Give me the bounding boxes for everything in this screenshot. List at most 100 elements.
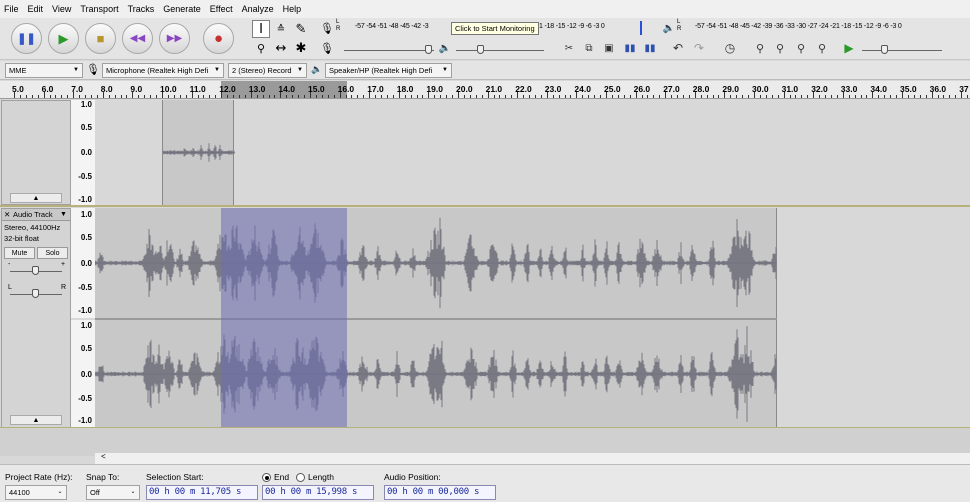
track-menu-icon[interactable]: ▼ (60, 209, 67, 220)
paste-icon: ▣ (604, 42, 614, 54)
play-speed-slider[interactable] (881, 45, 888, 54)
playback-volume-track (456, 50, 544, 51)
play-meter[interactable]: -57 -54 -51 -48 -45 -42 -39 -36 -33 -30 … (684, 20, 970, 37)
track-divider (0, 205, 970, 207)
fit-selection-button[interactable]: ⚲ (792, 39, 810, 57)
menu-analyze[interactable]: Analyze (238, 0, 279, 18)
playback-device-select[interactable]: Speaker/HP (Realtek High Defi ▼ (325, 63, 452, 78)
copy-button[interactable]: ⧉ (580, 39, 598, 57)
collapse-track-button[interactable]: ▲ (10, 415, 62, 425)
main-toolbar: ❚❚ ▶ ■ ◀◀ ▶▶ ● I ≙ ✎ ⚲ ↔ ✱ 🎙 LR -57 -54 … (0, 18, 970, 60)
menu-file[interactable]: File (0, 0, 24, 18)
ruler-tick (529, 95, 531, 98)
ruler-tick (505, 95, 507, 98)
menu-generate[interactable]: Generate (159, 0, 206, 18)
selection-start-field[interactable]: 00 h 00 m 11,705 s (146, 485, 258, 500)
ruler-tick (126, 95, 128, 98)
timeline-ruler[interactable]: 5.0 6.0 7.0 8.0 9.0 10.0 11.0 12.0 13.0 14.0 15.0 1… (0, 81, 970, 99)
cut-button[interactable]: ✂ (560, 39, 578, 57)
ruler-tick (452, 95, 454, 98)
snap-to-select[interactable]: Off ⌄ (86, 485, 140, 500)
triangle-up-icon: ▲ (32, 417, 40, 424)
record-meter-button[interactable]: 🎙 (318, 19, 336, 37)
zoom-in-button[interactable]: ⚲ (751, 39, 769, 57)
recording-volume-slider[interactable] (425, 45, 432, 54)
y-label: 0.5 (80, 233, 92, 242)
menu-view[interactable]: View (48, 0, 76, 18)
ruler-tick (428, 92, 430, 98)
chevron-down-icon: ⌄ (57, 489, 63, 495)
record-button[interactable]: ● (203, 23, 234, 54)
audio-position-label: Audio Position: (384, 472, 441, 482)
menu-tracks[interactable]: Tracks (124, 0, 160, 18)
sync-lock-button[interactable]: ◷ (721, 39, 739, 57)
recording-device-select[interactable]: Microphone (Realtek High Defi ▼ (102, 63, 224, 78)
multi-tool[interactable]: ✱ (292, 39, 310, 57)
time-shift-tool[interactable]: ↔ (272, 39, 290, 57)
track-title-bar[interactable]: ✕ Audio Track ▼ (2, 209, 70, 221)
ruler-tick (854, 95, 856, 98)
ruler-tick (416, 95, 418, 98)
selection-region[interactable] (221, 208, 347, 428)
fit-project-button[interactable]: ⚲ (813, 39, 831, 57)
selection-end-field[interactable]: 00 h 00 m 15,998 s (262, 485, 374, 500)
recording-channels-select[interactable]: 2 (Stereo) Record ▼ (228, 63, 307, 78)
play-meter-button[interactable]: 🔈 (660, 19, 678, 37)
menu-transport[interactable]: Transport (76, 0, 123, 18)
playback-volume-slider[interactable] (477, 45, 484, 54)
track-name: Audio Track (13, 210, 53, 219)
gain-slider[interactable] (32, 266, 39, 275)
play-button[interactable]: ▶ (48, 23, 79, 54)
close-track-icon[interactable]: ✕ (4, 209, 10, 220)
play-at-speed-button[interactable]: ▶ (840, 39, 858, 57)
skip-to-start-button[interactable]: ◀◀ (122, 23, 153, 54)
selection-tool[interactable]: I (252, 20, 270, 38)
ruler-tick (487, 92, 489, 98)
track-1-control-panel[interactable]: ▲ (1, 100, 71, 205)
menu-help[interactable]: Help (279, 0, 307, 18)
audio-clip[interactable] (95, 208, 777, 428)
draw-tool[interactable]: ✎ (292, 20, 310, 38)
microphone-icon: 🎙 (86, 64, 100, 76)
scroll-left-arrow[interactable]: < (101, 452, 106, 461)
solo-button[interactable]: Solo (37, 247, 68, 259)
audio-track-waveform-area[interactable] (95, 208, 970, 428)
audio-host-select[interactable]: MME ▼ (5, 63, 83, 78)
pan-slider[interactable] (32, 289, 39, 298)
undo-button[interactable]: ↶ (669, 39, 687, 57)
end-radio[interactable] (262, 473, 271, 482)
mute-button[interactable]: Mute (4, 247, 35, 259)
silence-button[interactable]: ▮▮ (641, 39, 659, 57)
asterisk-icon: ✱ (295, 40, 307, 56)
stop-button[interactable]: ■ (85, 23, 116, 54)
envelope-tool[interactable]: ≙ (272, 20, 290, 38)
magnifier-icon: ⚲ (256, 41, 266, 55)
audio-position-field[interactable]: 00 h 00 m 00,000 s (384, 485, 496, 500)
audio-clip[interactable] (162, 100, 235, 205)
length-radio[interactable] (296, 473, 305, 482)
ruler-tick (280, 92, 282, 98)
collapse-track-button[interactable]: ▲ (10, 193, 62, 203)
skip-to-end-button[interactable]: ▶▶ (159, 23, 190, 54)
ruler-tick (203, 95, 205, 98)
ruler-tick (659, 95, 661, 98)
zoom-out-button[interactable]: ⚲ (771, 39, 789, 57)
ruler-tick (262, 95, 264, 98)
record-meter-scale-tail: 1 -18 -15 -12 -9 -6 -3 0 (539, 23, 605, 30)
menu-effect[interactable]: Effect (206, 0, 238, 18)
ruler-tick (315, 95, 317, 98)
pause-button[interactable]: ❚❚ (11, 23, 42, 54)
track-1-waveform-area[interactable] (95, 100, 970, 205)
paste-button[interactable]: ▣ (600, 39, 618, 57)
project-rate-select[interactable]: 44100 ⌄ (5, 485, 67, 500)
ruler-tick (61, 95, 63, 98)
ruler-tick (286, 95, 288, 98)
redo-button[interactable]: ↷ (690, 39, 708, 57)
trim-button[interactable]: ▮▮ (621, 39, 639, 57)
y-label: 1.0 (80, 321, 92, 330)
zoom-tool[interactable]: ⚲ (252, 39, 270, 57)
ruler-tick (345, 95, 347, 98)
pencil-icon: ✎ (295, 21, 307, 37)
audio-track-control-panel[interactable]: ✕ Audio Track ▼ Stereo, 44100Hz 32-bit f… (1, 208, 71, 428)
menu-edit[interactable]: Edit (24, 0, 49, 18)
